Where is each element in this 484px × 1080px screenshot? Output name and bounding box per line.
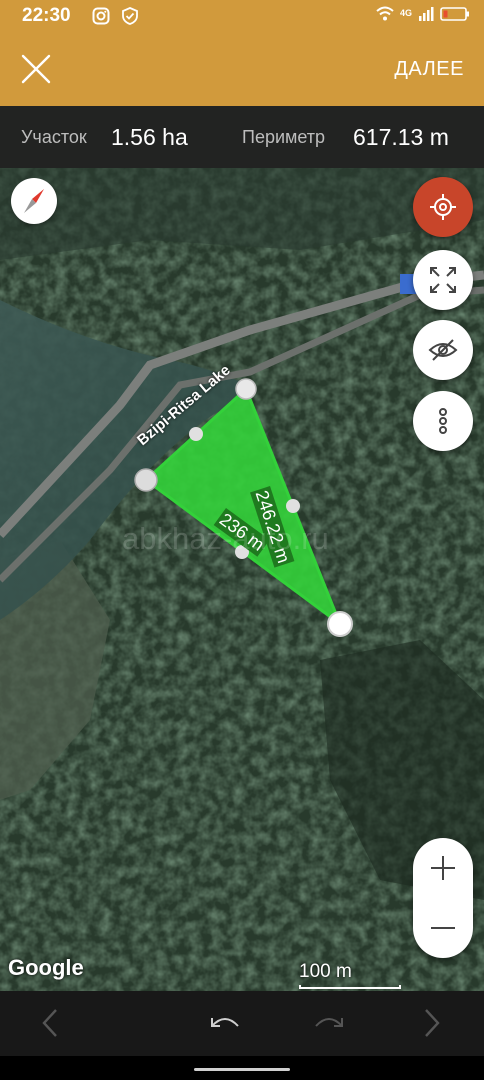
eye-off-icon xyxy=(428,339,458,361)
zoom-out-button[interactable] xyxy=(413,898,473,958)
target-icon xyxy=(430,194,456,220)
close-icon xyxy=(21,54,51,84)
polygon-vertex[interactable] xyxy=(134,468,158,492)
plus-icon xyxy=(431,856,455,880)
perimeter-value: 617.13 m xyxy=(353,124,449,150)
status-bar: 22:30 4G xyxy=(0,0,484,31)
chevron-right-icon xyxy=(425,1009,440,1037)
zoom-in-button[interactable] xyxy=(413,838,473,898)
signal-icon xyxy=(418,6,434,27)
polygon-vertex[interactable] xyxy=(235,378,257,400)
zoom-control xyxy=(413,838,473,958)
satellite-map[interactable]: Bzipi-Ritsa Lake 246.22 m 236 m xyxy=(0,168,484,991)
chevron-left-icon xyxy=(42,1009,57,1037)
scale-label: 100 m xyxy=(299,961,352,982)
status-time: 22:30 xyxy=(22,5,71,26)
app-bar: ДАЛЕЕ xyxy=(0,31,484,106)
fullscreen-button[interactable] xyxy=(413,250,473,310)
network-type: 4G xyxy=(399,7,412,18)
watermark: abkhaz-auto.ru xyxy=(122,521,329,556)
polygon-midpoint[interactable] xyxy=(286,499,300,513)
locate-button[interactable] xyxy=(413,177,473,237)
back-button[interactable] xyxy=(30,1005,70,1041)
redo-icon xyxy=(315,1018,343,1027)
area-label: Участок xyxy=(21,127,87,147)
undo-icon xyxy=(211,1018,239,1027)
compass-icon xyxy=(24,189,44,213)
area-value: 1.56 ha xyxy=(111,124,188,150)
expand-icon xyxy=(430,267,456,293)
system-nav-bar xyxy=(0,1056,484,1080)
more-vertical-icon xyxy=(439,408,447,434)
shield-check-icon xyxy=(121,7,139,30)
next-button[interactable]: ДАЛЕЕ xyxy=(394,58,464,81)
minus-icon xyxy=(431,927,455,929)
forward-button[interactable] xyxy=(412,1005,452,1041)
wifi-icon xyxy=(376,6,394,27)
google-attribution: Google xyxy=(8,955,84,980)
battery-icon xyxy=(440,6,470,27)
more-button[interactable] xyxy=(413,391,473,451)
perimeter-label: Периметр xyxy=(242,127,326,147)
measurement-bar: Участок 1.56 ha Периметр 617.13 m xyxy=(0,106,484,168)
compass-button[interactable] xyxy=(11,178,57,224)
polygon-vertex[interactable] xyxy=(327,611,353,637)
status-indicators: 4G xyxy=(376,6,470,27)
scale-bar xyxy=(299,985,401,989)
close-button[interactable] xyxy=(18,51,54,87)
visibility-button[interactable] xyxy=(413,320,473,380)
polygon-midpoint[interactable] xyxy=(189,427,203,441)
map-imagery xyxy=(0,168,484,991)
instagram-icon xyxy=(92,7,110,30)
bottom-toolbar xyxy=(0,991,484,1056)
home-indicator[interactable] xyxy=(194,1068,290,1071)
undo-button[interactable] xyxy=(205,1005,245,1041)
redo-button[interactable] xyxy=(309,1005,349,1041)
